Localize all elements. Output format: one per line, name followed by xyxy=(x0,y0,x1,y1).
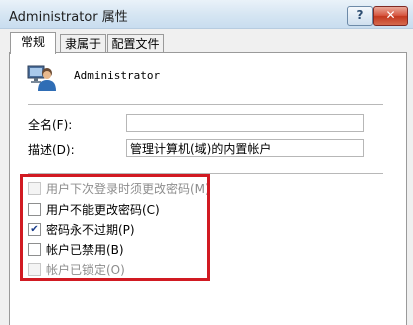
tab-member-of[interactable]: 隶属于 xyxy=(60,34,106,53)
tab-profile[interactable]: 配置文件 xyxy=(107,34,164,53)
close-button[interactable]: ✕ xyxy=(373,6,408,26)
window-title: Administrator 属性 xyxy=(9,10,128,25)
fullname-input[interactable] xyxy=(126,114,364,132)
user-name: Administrator xyxy=(74,69,161,82)
user-account-icon xyxy=(27,65,56,91)
tab-general[interactable]: 常规 xyxy=(10,32,56,54)
help-button[interactable]: ? xyxy=(347,6,373,26)
description-input[interactable]: 管理计算机(域)的内置帐户 xyxy=(126,139,364,157)
divider xyxy=(28,104,383,105)
highlight-annotation-box xyxy=(20,174,210,281)
fullname-label: 全名(F): xyxy=(28,118,73,132)
description-label: 描述(D): xyxy=(28,143,75,157)
